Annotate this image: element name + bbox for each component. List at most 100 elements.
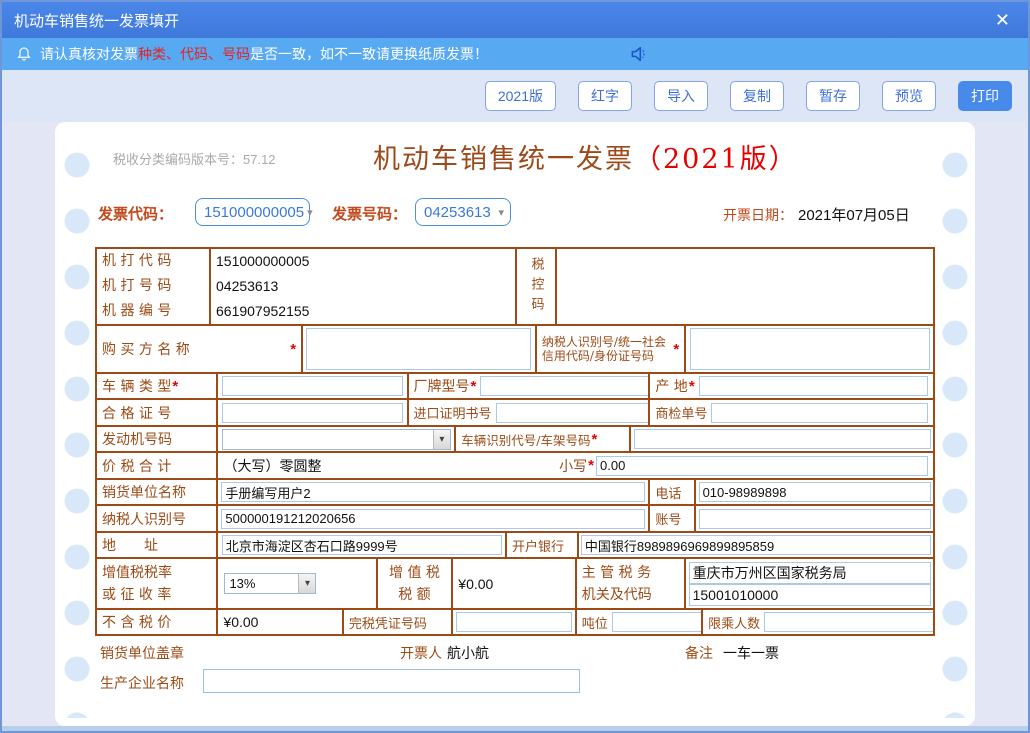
decor-dots-left: [63, 152, 91, 718]
buyer-name-input[interactable]: [306, 328, 532, 370]
vat-amount-label: 增 值 税: [389, 564, 440, 581]
import-cert-input[interactable]: [495, 402, 649, 423]
remark-label: 备注: [685, 646, 713, 662]
origin-input[interactable]: [698, 376, 928, 396]
seller-taxno-input[interactable]: [221, 508, 646, 529]
total-small-input[interactable]: [596, 455, 928, 476]
vat-rate-label-2: 或 征 收 率: [102, 586, 172, 603]
required-mark: *: [588, 457, 594, 474]
account-input[interactable]: [698, 508, 931, 529]
bell-icon: [16, 46, 32, 62]
machine-number-value: 04253613: [216, 278, 279, 294]
tax-authority-name-input[interactable]: [688, 561, 931, 584]
address-input[interactable]: [221, 535, 502, 555]
chevron-down-icon: ▾: [307, 206, 313, 219]
import-button[interactable]: 导入: [654, 81, 708, 111]
phone-input[interactable]: [698, 482, 931, 502]
drawer-value: 航小航: [447, 645, 489, 661]
row-address-bank: 地 址 开户银行: [97, 531, 933, 557]
seller-stamp-label: 销货单位盖章: [100, 646, 184, 662]
chevron-down-icon: ▾: [298, 574, 316, 593]
tax-paid-cert-label: 完税凭证号码: [348, 616, 427, 632]
vehicle-type-label: 车 辆 类 型: [102, 379, 172, 395]
seller-name-input[interactable]: [221, 482, 646, 502]
vat-rate-label: 增值税税率: [102, 564, 172, 581]
required-mark: *: [673, 340, 680, 358]
brand-model-input[interactable]: [480, 376, 649, 396]
machine-code-label: 机 打 代 码: [102, 253, 172, 269]
machine-id-label: 机 器 编 号: [102, 303, 172, 319]
vin-label: 车辆识别代号/车架号码: [461, 432, 591, 448]
toolbar: 2021版 红字 导入 复制 暂存 预览 打印: [2, 70, 1028, 122]
row-buyer: 购 买 方 名 称 * 纳税人识别号/统一社会信用代码/身份证号码 *: [97, 324, 933, 372]
bank-input[interactable]: [580, 535, 931, 555]
seller-name-label: 销货单位名称: [102, 485, 186, 501]
tax-authority-code-input[interactable]: [688, 583, 931, 606]
row-total: 价 税 合 计 （大写）零圆整 小写 *: [97, 451, 933, 478]
print-button[interactable]: 打印: [958, 81, 1012, 111]
issue-date-label: 开票日期：: [723, 207, 793, 223]
engine-number-select[interactable]: ▾: [221, 428, 451, 450]
tax-paid-cert-input[interactable]: [456, 612, 573, 632]
vat-rate-select[interactable]: 13% ▾: [224, 573, 317, 594]
tonnage-input[interactable]: [611, 612, 702, 632]
buyer-taxid-label: 纳税人识别号/统一社会信用代码/身份证号码: [541, 335, 666, 363]
invoice-number-select[interactable]: 04253613 ▾: [415, 198, 511, 226]
notice-text-1: 请认真核对发票: [40, 46, 138, 62]
notice-highlight: 种类、代码、号码: [138, 46, 250, 62]
decor-dots-right: [941, 152, 969, 718]
vat-amount-label-2: 税 额: [398, 586, 431, 603]
brand-model-label: 厂牌型号: [413, 379, 470, 395]
bottom-band: [2, 726, 1028, 731]
row-engine-vin: 发动机号码 ▾ 车辆识别代号/车架号码 *: [97, 425, 933, 451]
engine-number-label: 发动机号码: [102, 432, 172, 448]
seller-taxno-label: 纳税人识别号: [102, 511, 186, 528]
inspection-input[interactable]: [711, 402, 928, 423]
required-mark: *: [470, 377, 477, 395]
tax-authority-label-2: 机关及代码: [581, 586, 652, 603]
certificate-input[interactable]: [221, 402, 403, 423]
buyer-taxid-input[interactable]: [689, 328, 930, 370]
required-mark: *: [172, 377, 179, 395]
invoice-panel: 税收分类编码版本号：57.12 机动车销售统一发票（2021版） 发票代码： 1…: [55, 122, 975, 726]
manufacturer-input[interactable]: [203, 669, 580, 693]
invoice-meta-row: 发票代码： 151000000005 ▾ 发票号码： 04253613 ▾ 开票…: [55, 198, 975, 228]
invoice-code-select[interactable]: 151000000005 ▾: [195, 198, 313, 226]
account-label: 账号: [655, 513, 682, 528]
invoice-dialog: 机动车销售统一发票填开 ✕ 请认真核对发票 种类、代码、号码 是否一致，如不一致请更…: [0, 0, 1030, 733]
version-2021-button[interactable]: 2021版: [484, 81, 556, 111]
invoice-code-value: 151000000005: [204, 203, 305, 221]
import-cert-label: 进口证明书号: [413, 407, 492, 422]
invoice-number-label: 发票号码：: [332, 206, 408, 223]
required-mark: *: [591, 430, 598, 448]
tax-code-version-note: 税收分类编码版本号：57.12: [113, 152, 276, 167]
close-icon[interactable]: ✕: [989, 9, 1016, 31]
address-label: 地 址: [102, 538, 158, 554]
row-certificates: 合 格 证 号 进口证明书号 商检单号: [97, 398, 933, 425]
speaker-icon[interactable]: [630, 46, 649, 65]
preview-button[interactable]: 预览: [882, 81, 936, 111]
bank-label: 开户银行: [512, 539, 565, 555]
tax-control-code-area: [555, 249, 933, 324]
machine-code-value: 151000000005: [216, 253, 310, 269]
certificate-label: 合 格 证 号: [102, 405, 172, 422]
vin-input[interactable]: [633, 429, 931, 449]
engine-number-value: [223, 430, 433, 449]
invoice-title-version: （2021版）: [634, 144, 798, 175]
save-draft-button[interactable]: 暂存: [806, 81, 860, 111]
copy-button[interactable]: 复制: [730, 81, 784, 111]
pretax-price-value: ¥0.00: [223, 614, 259, 630]
notification-bar: 请认真核对发票 种类、代码、号码 是否一致，如不一致请更换纸质发票！: [2, 38, 1028, 70]
invoice-title: 机动车销售统一发票（2021版）: [373, 137, 798, 176]
title-bar: 机动车销售统一发票填开 ✕: [2, 2, 1028, 38]
drawer-label: 开票人: [400, 646, 442, 662]
tonnage-label: 吨位: [581, 616, 608, 632]
phone-label: 电话: [655, 486, 682, 502]
red-invoice-button[interactable]: 红字: [578, 81, 632, 111]
invoice-code-label: 发票代码：: [98, 206, 174, 223]
notice-text-2: 是否一致，如不一致请更换纸质发票！: [250, 46, 488, 62]
vehicle-type-input[interactable]: [221, 376, 403, 396]
pretax-price-label: 不 含 税 价: [102, 615, 172, 631]
passenger-limit-input[interactable]: [764, 612, 933, 632]
machine-id-value: 661907952155: [216, 303, 310, 319]
